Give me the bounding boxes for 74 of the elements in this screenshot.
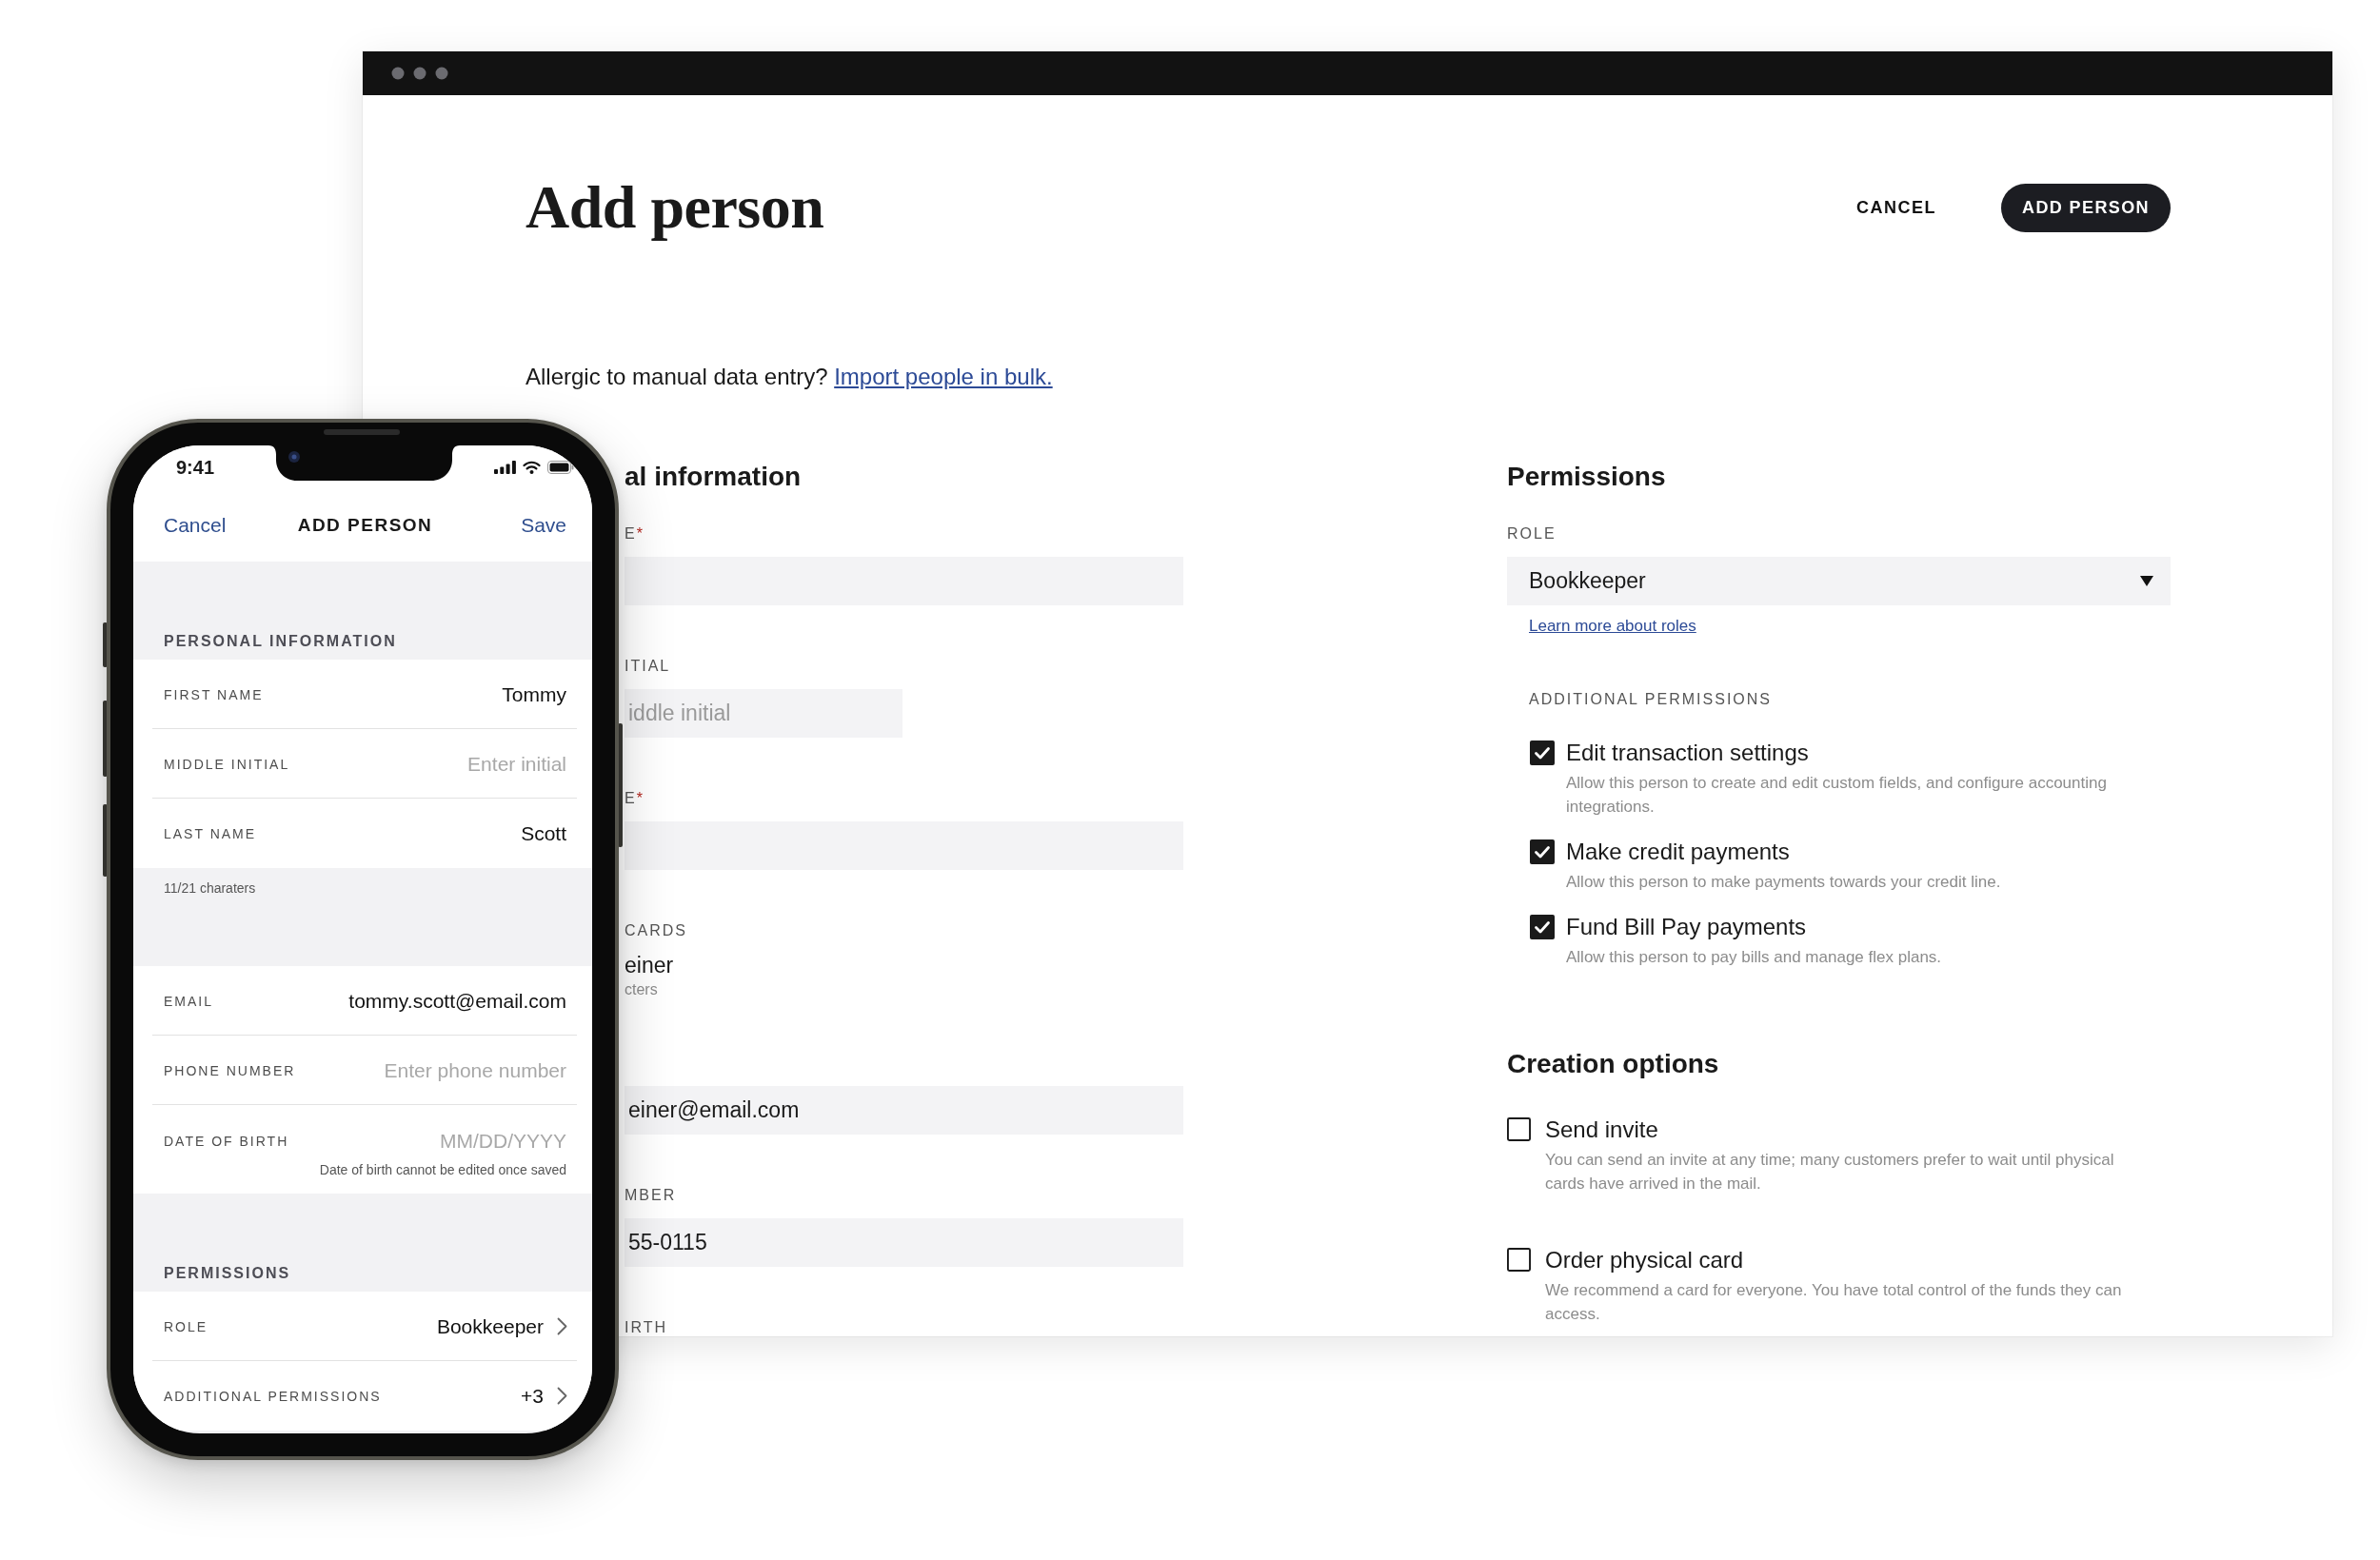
checkbox-label: Edit transaction settings (1566, 739, 1809, 767)
checkbox[interactable] (1530, 839, 1555, 864)
option-description: We recommend a card for everyone. You have total control of the funds they can access. (1545, 1280, 2123, 1325)
page-title: Add person (526, 172, 824, 243)
option-description: Allow this person to create and edit custom fields, and configure accounting integrations. (1566, 773, 2108, 818)
role-dropdown[interactable]: Bookkeeper (1507, 557, 2171, 605)
field-label: DATE OF BIRTH (164, 1134, 289, 1149)
field-label: FIRST NAME (164, 686, 264, 702)
checkbox[interactable] (1507, 1117, 1531, 1141)
cancel-button[interactable]: CANCEL (1856, 196, 1936, 219)
chevron-right-icon[interactable] (557, 1317, 567, 1335)
field-label: MBER (625, 1186, 677, 1205)
text-field[interactable]: Enter phone number (310, 1058, 566, 1082)
checkbox-label: Order physical card (1545, 1246, 1744, 1274)
caret-down-icon (2140, 576, 2153, 586)
row-value: Bookkeeper (436, 1314, 544, 1338)
checkbox-label: Make credit payments (1566, 838, 1790, 866)
checkbox[interactable] (1507, 1248, 1531, 1272)
row-value: +3 (521, 1384, 544, 1408)
section-heading: PERMISSIONS (164, 1264, 291, 1282)
text-field[interactable] (625, 821, 1183, 870)
text-field[interactable]: tommy.scott@email.com (228, 989, 566, 1013)
option-description: Allow this person to make payments towards your credit line. (1566, 872, 2002, 893)
section-heading: Creation options (1507, 1048, 1720, 1080)
section-heading: Permissions (1507, 461, 1667, 493)
field-label: ROLE (164, 1318, 208, 1334)
text-field[interactable]: MM/DD/YYYY (304, 1130, 566, 1153)
field-label: E (625, 789, 637, 808)
text-field[interactable]: einer@email.com (625, 1086, 1183, 1135)
status-time: 9:41 (176, 456, 215, 479)
helper-text: cters (625, 981, 658, 998)
window-dots-icon (391, 67, 448, 80)
cancel-button[interactable]: Cancel (164, 514, 227, 537)
checkbox[interactable] (1530, 741, 1555, 765)
field-label: ITIAL (625, 657, 671, 676)
section-heading: PERSONAL INFORMATION (164, 632, 397, 650)
field-label: EMAIL (164, 993, 213, 1009)
option-description: Allow this person to pay bills and manage flex plans. (1566, 947, 1943, 968)
field-label: MIDDLE INITIAL (164, 756, 290, 772)
character-count: 11/21 charaters (164, 880, 256, 896)
required-asterisk: * (636, 789, 645, 808)
signal-icon (494, 461, 516, 474)
chevron-right-icon[interactable] (557, 1387, 567, 1405)
field-label: ADDITIONAL PERMISSIONS (164, 1388, 382, 1404)
field-label: ADDITIONAL PERMISSIONS (1529, 690, 1772, 709)
checkbox-label: Send invite (1545, 1116, 1658, 1144)
screen-title: ADD PERSON (297, 515, 433, 536)
text-field[interactable]: Tommy (278, 682, 566, 706)
field-label: E (625, 524, 637, 543)
save-button[interactable]: Save (521, 514, 566, 537)
checkbox-label: Fund Bill Pay payments (1566, 913, 1807, 941)
checkbox[interactable] (1530, 915, 1555, 939)
required-asterisk: * (636, 524, 645, 543)
battery-icon (547, 461, 574, 474)
field-label: LAST NAME (164, 825, 257, 841)
text-field[interactable] (625, 557, 1183, 605)
text-field[interactable]: Enter initial (305, 752, 566, 776)
speaker-grille-icon (324, 429, 400, 435)
text-field[interactable]: 55-0115 (625, 1218, 1183, 1267)
text-field[interactable]: iddle initial (625, 689, 902, 738)
wifi-icon (523, 461, 541, 474)
add-person-button[interactable]: ADD PERSON (2001, 183, 2171, 232)
field-label: PHONE NUMBER (164, 1062, 296, 1078)
learn-more-link[interactable]: Learn more about roles (1529, 616, 1696, 637)
import-prompt: Allergic to manual data entry? Import people in bulk. (526, 363, 1054, 391)
field-value: einer (625, 954, 674, 977)
text-field[interactable]: Scott (271, 821, 566, 845)
field-label: CARDS (625, 921, 687, 940)
field-label: IRTH (625, 1318, 668, 1336)
field-label: ROLE (1507, 524, 1557, 543)
option-description: You can send an invite at any time; many customers prefer to wait until physical cards have arrived in the mail. (1545, 1150, 2115, 1195)
import-link[interactable]: Import people in bulk. (834, 364, 1053, 389)
section-heading: al information (625, 461, 803, 493)
helper-text: Date of birth cannot be edited once saved (319, 1161, 566, 1178)
